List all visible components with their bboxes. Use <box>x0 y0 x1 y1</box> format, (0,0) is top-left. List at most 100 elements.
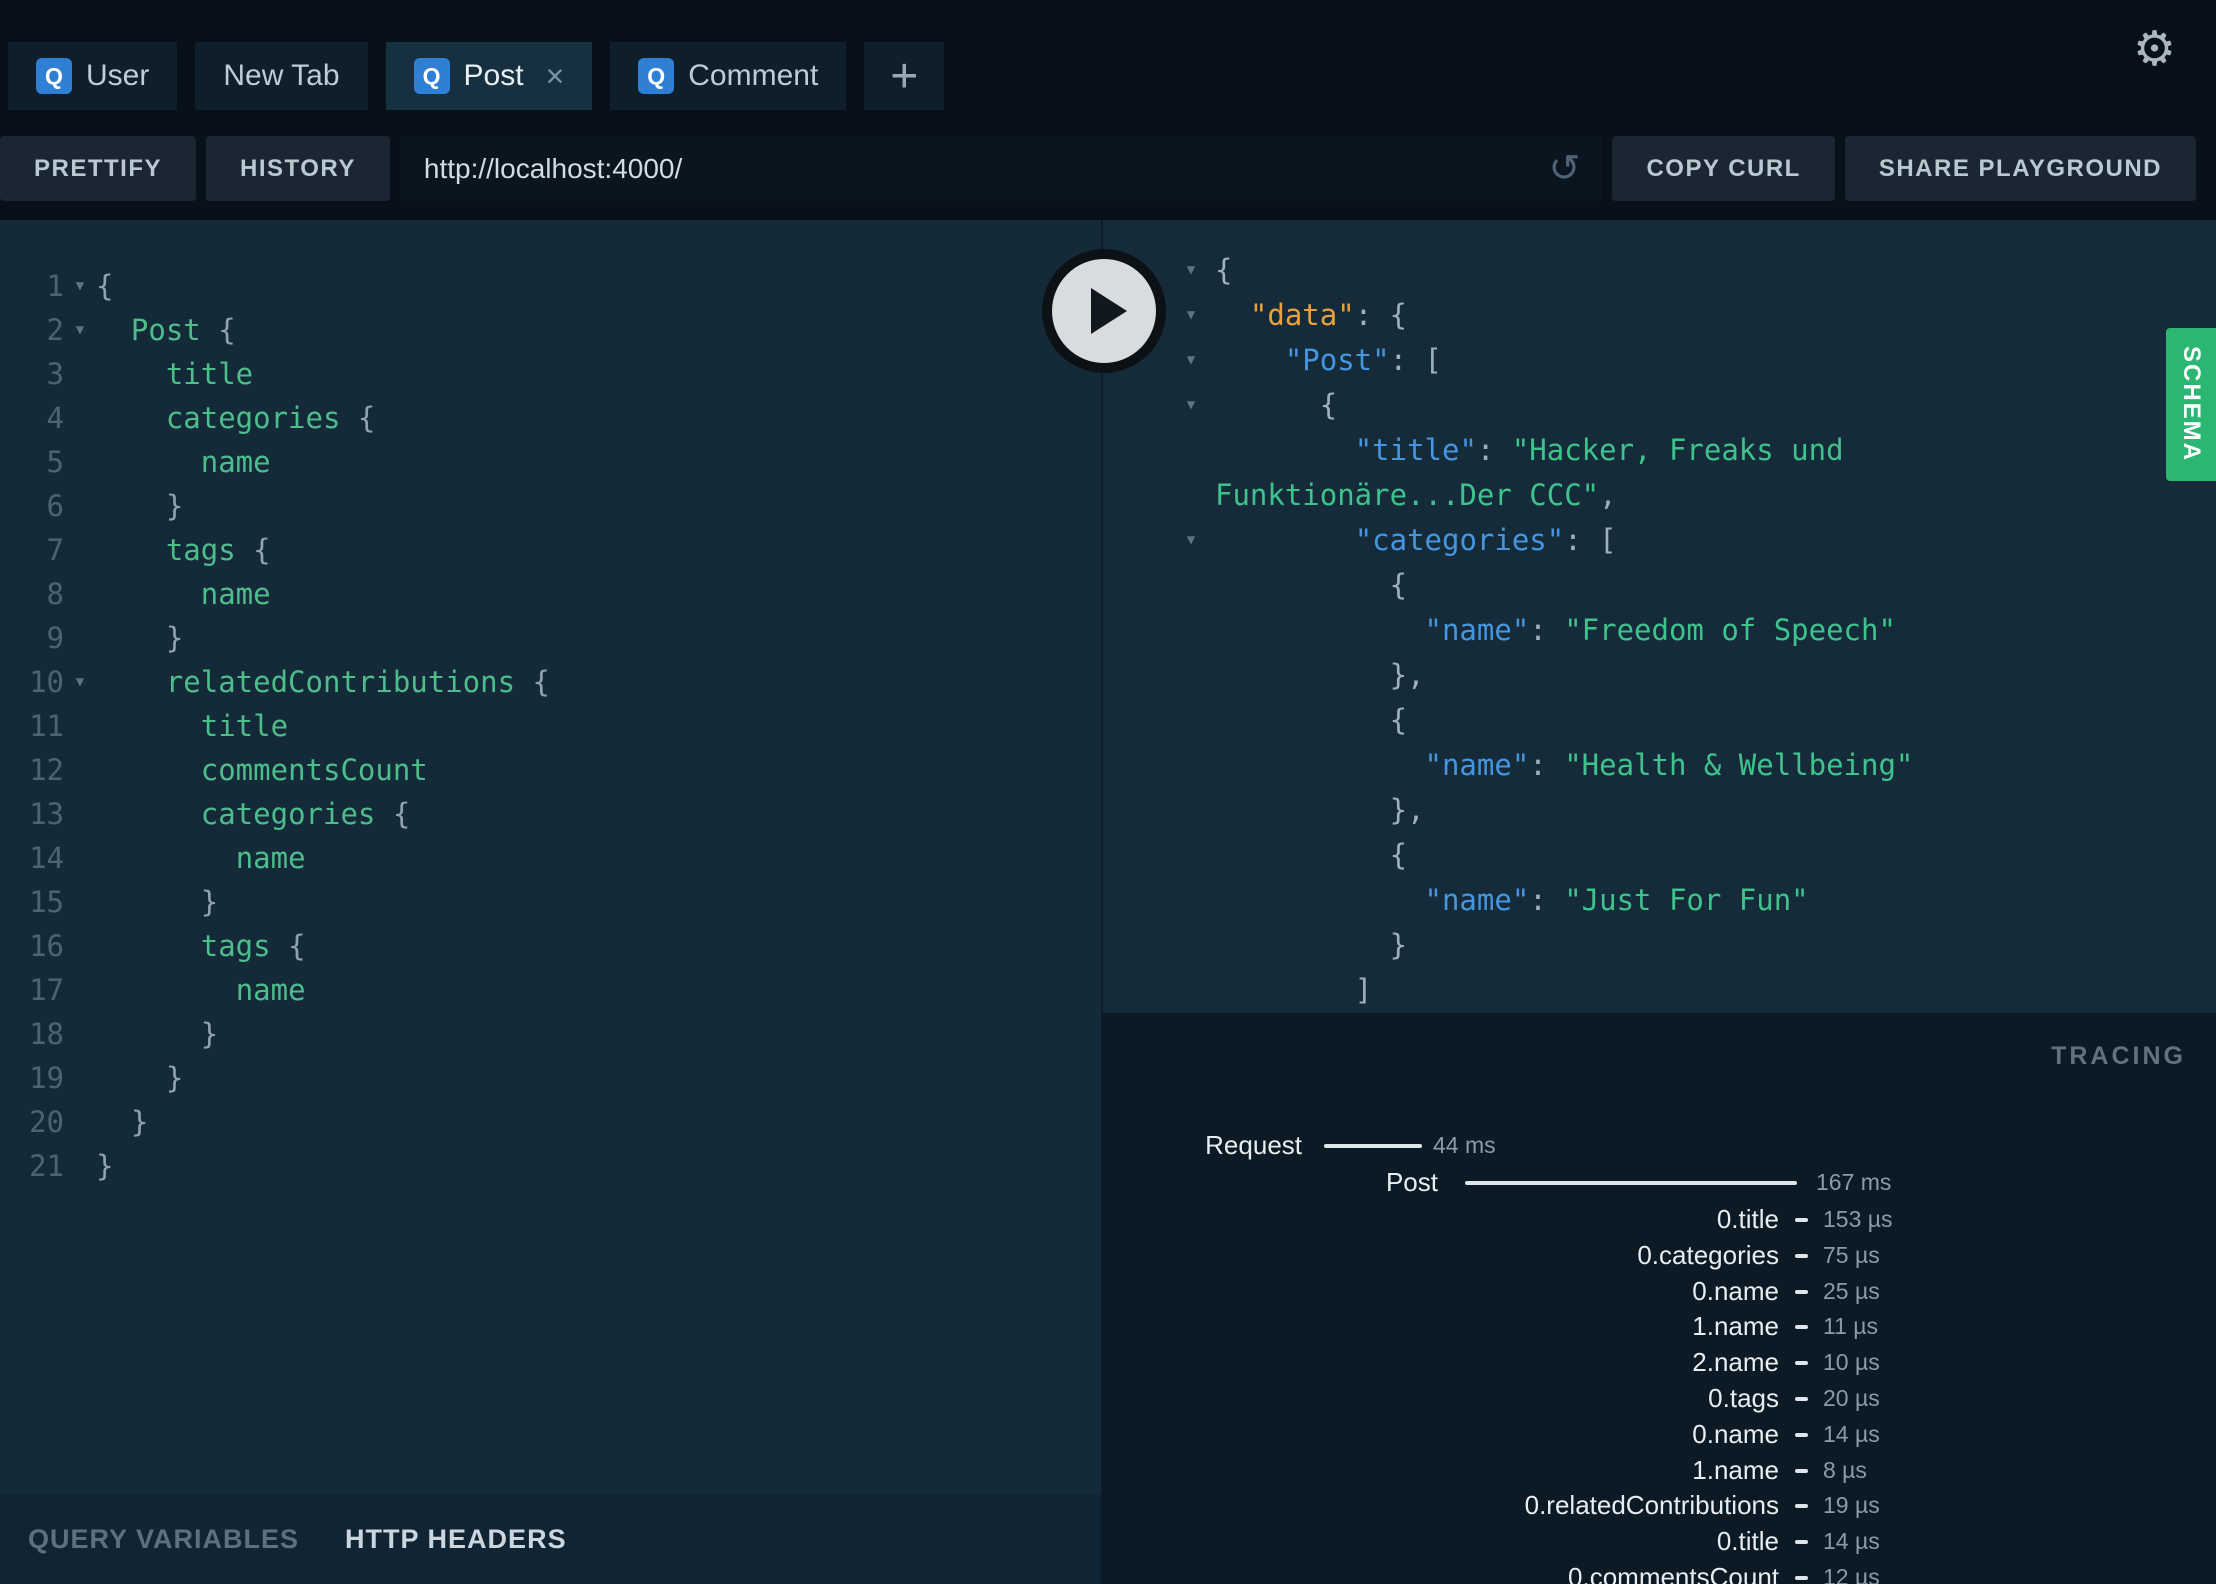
tracing-row-label: 0.relatedContributions <box>1524 1490 1779 1521</box>
tracing-row-time: 75 µs <box>1823 1241 1880 1268</box>
editor-line: 8 name <box>0 572 1101 616</box>
line-number: 8 <box>46 577 64 611</box>
history-button[interactable]: HISTORY <box>206 136 390 201</box>
tracing-root-bar <box>1465 1181 1797 1185</box>
punctuation: : <box>1529 748 1565 782</box>
query-code: name <box>96 440 271 484</box>
punctuation: { <box>1389 703 1408 737</box>
fold-arrow-icon[interactable]: ▼ <box>1167 293 1215 338</box>
fold-arrow-icon[interactable]: ▼ <box>64 264 96 308</box>
fold-gutter <box>64 836 96 880</box>
tab-bar: Q User New Tab Q Post × Q Comment + <box>0 0 2216 110</box>
settings-gear-icon[interactable]: ⚙ <box>2133 26 2176 74</box>
tracing-row-bar <box>1795 1468 1808 1473</box>
reload-schema-icon[interactable]: ↺ <box>1549 150 1581 188</box>
query-code: { <box>96 264 113 308</box>
json-value: Funktionäre...Der CCC" <box>1215 478 1600 512</box>
punctuation: { <box>96 269 114 303</box>
fold-arrow-icon[interactable]: ▼ <box>1167 518 1215 563</box>
schema-sidebar-tab[interactable]: SCHEMA <box>2166 328 2216 481</box>
json-value: "Just For Fun" <box>1564 883 1809 917</box>
tab-new-tab[interactable]: New Tab <box>195 42 368 110</box>
query-code: categories { <box>96 792 411 836</box>
response-code: "categories": [ <box>1215 518 1617 563</box>
line-number: 21 <box>29 1149 64 1183</box>
punctuation: : [ <box>1564 523 1617 557</box>
tracing-row-label: 0.title <box>1716 1526 1779 1557</box>
line-number: 11 <box>29 709 64 743</box>
fold-gutter <box>1167 473 1215 518</box>
editor-line: 10 ▼ relatedContributions { <box>0 660 1101 704</box>
query-variables-tab[interactable]: QUERY VARIABLES <box>28 1524 299 1555</box>
right-column: ▼{▼ "data": {▼ "Post": [▼ { "title": "Ha… <box>1101 220 2216 1584</box>
query-badge-icon: Q <box>36 58 72 94</box>
json-value: "Freedom of Speech" <box>1564 613 1896 647</box>
query-code: Post { <box>96 308 236 352</box>
tracing-row-label: 0.tags <box>1708 1383 1779 1413</box>
tracing-row-bar <box>1795 1325 1808 1330</box>
tracing-row-bar <box>1795 1504 1808 1509</box>
line-number: 3 <box>46 357 64 391</box>
punctuation: : [ <box>1389 343 1442 377</box>
response-code: { <box>1215 833 1407 878</box>
fold-gutter <box>64 1144 96 1188</box>
punctuation: { <box>515 665 550 699</box>
tab-post[interactable]: Q Post × <box>385 42 593 110</box>
fold-arrow-icon[interactable]: ▼ <box>1167 338 1215 383</box>
editor-line: 12 commentsCount <box>0 748 1101 792</box>
line-number: 10 <box>29 665 64 699</box>
query-editor-pane[interactable]: 1 ▼{2 ▼ Post {3 title 4 categories {5 name 6… <box>0 220 1101 1584</box>
punctuation: { <box>1389 568 1408 602</box>
punctuation: { <box>340 401 376 435</box>
endpoint-url-input[interactable] <box>421 151 1549 186</box>
prettify-button[interactable]: PRETTIFY <box>0 136 197 201</box>
tracing-row-bar <box>1795 1576 1808 1580</box>
share-playground-button[interactable]: SHARE PLAYGROUND <box>1844 136 2196 201</box>
punctuation: } <box>130 1105 149 1139</box>
fold-arrow-icon[interactable]: ▼ <box>1167 248 1215 293</box>
response-code: "name": "Health & Wellbeing" <box>1215 743 1914 788</box>
fold-arrow-icon[interactable]: ▼ <box>64 660 96 704</box>
query-badge-icon: Q <box>413 58 450 94</box>
new-tab-button[interactable]: + <box>864 42 945 110</box>
tracing-row-time: 14 µs <box>1823 1528 1880 1555</box>
editor-line: 2 ▼ Post { <box>0 308 1101 352</box>
tab-label: Comment <box>688 59 819 92</box>
fold-gutter <box>1167 968 1215 1013</box>
response-pane: ▼{▼ "data": {▼ "Post": [▼ { "title": "Ha… <box>1103 220 2216 1013</box>
tracing-row-time: 14 µs <box>1823 1420 1880 1447</box>
tracing-row-bar <box>1795 1289 1808 1294</box>
fold-gutter <box>1167 653 1215 698</box>
line-number: 14 <box>29 841 64 875</box>
line-number: 16 <box>29 929 64 963</box>
query-editor[interactable]: 1 ▼{2 ▼ Post {3 title 4 categories {5 name 6… <box>0 220 1101 1494</box>
punctuation: { <box>1319 388 1338 422</box>
editor-line: 21} <box>0 1144 1101 1188</box>
tracing-row-label: 2.name <box>1692 1347 1779 1378</box>
query-code: name <box>96 572 271 616</box>
fold-arrow-icon[interactable]: ▼ <box>1167 383 1215 428</box>
copy-curl-button[interactable]: COPY CURL <box>1612 136 1835 201</box>
close-tab-icon[interactable]: × <box>546 60 565 92</box>
fold-arrow-icon[interactable]: ▼ <box>64 308 96 352</box>
tab-user[interactable]: Q User <box>8 42 178 110</box>
tracing-root-label: Post <box>1385 1167 1438 1197</box>
query-code: } <box>96 1100 148 1144</box>
tab-comment[interactable]: Q Comment <box>610 42 847 110</box>
execute-query-button[interactable] <box>1042 249 1166 373</box>
line-number: 1 <box>46 269 64 303</box>
tracing-request-time: 44 ms <box>1433 1132 1496 1158</box>
editor-line: 17 name <box>0 968 1101 1012</box>
tracing-row-bar <box>1795 1218 1808 1222</box>
http-headers-tab[interactable]: HTTP HEADERS <box>345 1524 567 1555</box>
response-code: { <box>1215 698 1407 743</box>
tracing-row-bar <box>1795 1432 1808 1437</box>
fold-gutter <box>64 484 96 528</box>
